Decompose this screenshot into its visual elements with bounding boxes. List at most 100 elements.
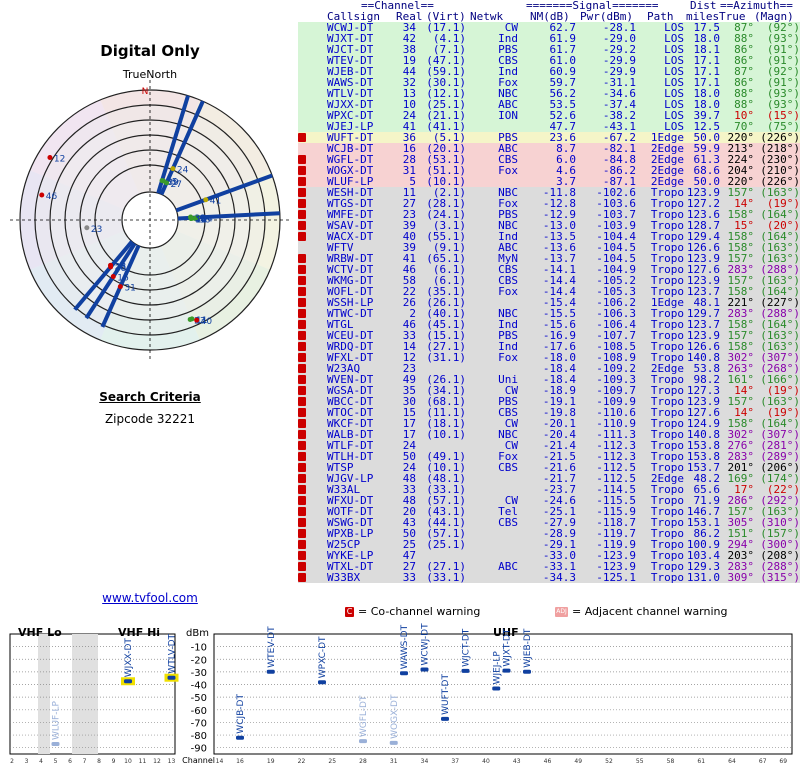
table-row[interactable]: WTLH-DT 50 (49.1) Fox -21.5 -112.3 Tropo 153.8 2… [298, 451, 800, 462]
table-row[interactable]: WCTV-DT 46 (6.1) CBS -14.1 -104.9 Tropo 127.6 28… [298, 264, 800, 275]
cell-real: 2 [409, 308, 416, 319]
station-label: WTEV-DT [267, 626, 277, 668]
table-row[interactable]: WESH-DT 11 (2.1) NBC -11.8 -102.6 Tropo 123.9 15… [298, 187, 800, 198]
station-marker [51, 742, 60, 747]
table-row[interactable]: W33AL 33 (33.1) -23.7 -114.5 Tropo 65.6 17° (22°… [298, 484, 800, 495]
table-row[interactable]: WFXU-DT 48 (57.1) CW -24.6 -115.5 Tropo 71.9 286… [298, 495, 800, 506]
table-row[interactable]: WMFE-DT 23 (24.1) PBS -12.9 -103.7 Tropo 123.6 1… [298, 209, 800, 220]
cell-pwr: -102.6 [596, 187, 636, 198]
cell-nm: -15.5 [542, 308, 576, 319]
station-marker [420, 667, 429, 672]
table-row[interactable]: WTEV-DT 19 (47.1) CBS 61.0 -29.9 LOS 17.1 86° (91… [298, 55, 800, 66]
cell-nm: 59.7 [549, 77, 577, 88]
table-row[interactable]: WJXT-DT 42 (4.1) Ind 61.9 -29.0 LOS 18.0 88° (93°… [298, 33, 800, 44]
table-row[interactable]: W25CP 25 (25.1) -29.1 -119.9 Tropo 100.9 294° (3… [298, 539, 800, 550]
dbm-tick-label: -30 [191, 668, 207, 679]
table-row[interactable]: W33BX 33 (33.1) -34.3 -125.1 Tropo 131.0 309° (3… [298, 572, 800, 583]
table-row[interactable]: WVEN-DT 49 (26.1) Uni -18.4 -109.3 Tropo 98.2 16… [298, 374, 800, 385]
cell-virt: (47.1) [426, 55, 466, 66]
table-row[interactable]: WTSP 24 (10.1) CBS -21.6 -112.5 Tropo 153.7 201°… [298, 462, 800, 473]
table-row[interactable]: WALB-DT 17 (10.1) NBC -20.4 -111.3 Tropo 140.8 3… [298, 429, 800, 440]
cell-dist: 127.2 [686, 198, 720, 209]
table-row[interactable]: WFTV 39 (9.1) ABC -13.6 -104.5 Tropo 126.6 158° (… [298, 242, 800, 253]
cell-real: 38 [402, 44, 416, 55]
cell-real: 40 [402, 231, 416, 242]
cell-network [470, 176, 518, 187]
table-row[interactable]: WJEJ-LP 41 (41.1) 47.7 -43.1 LOS 12.5 70° (75°) [298, 121, 800, 132]
table-row[interactable]: WTXL-DT 27 (27.1) ABC -33.1 -123.9 Tropo 129.3 2… [298, 561, 800, 572]
table-row[interactable]: WSSH-LP 26 (26.1) -15.4 -106.2 1Edge 48.1 221° (… [298, 297, 800, 308]
table-row[interactable]: WSAV-DT 39 (3.1) NBC -13.0 -103.9 Tropo 128.7 15… [298, 220, 800, 231]
table-row[interactable]: WTLV-DT 13 (12.1) NBC 56.2 -34.6 LOS 18.0 88° (93… [298, 88, 800, 99]
table-row[interactable]: WTWC-DT 2 (40.1) NBC -15.5 -106.3 Tropo 129.7 28… [298, 308, 800, 319]
table-row[interactable]: WPXC-DT 24 (21.1) ION 52.6 -38.2 LOS 39.7 10° (15… [298, 110, 800, 121]
table-row[interactable]: WTLF-DT 24 CW -21.4 -112.3 Tropo 153.8 276° (281… [298, 440, 800, 451]
cell-pwr: -29.0 [602, 33, 636, 44]
cell-pwr: -109.7 [596, 385, 636, 396]
table-row[interactable]: WACX-DT 40 (55.1) Ind -13.5 -104.4 Tropo 129.4 1… [298, 231, 800, 242]
cell-magn: (93°) [766, 99, 800, 110]
table-row[interactable]: WRDQ-DT 14 (27.1) Ind -17.6 -108.5 Tropo 126.6 1… [298, 341, 800, 352]
cell-network [470, 297, 518, 308]
cell-path: Tropo [650, 561, 684, 572]
cell-nm: 61.7 [549, 44, 577, 55]
table-row[interactable]: WKCF-DT 17 (18.1) CW -20.1 -110.9 Tropo 124.9 15… [298, 418, 800, 429]
table-row[interactable]: WJGV-LP 48 (48.1) -21.7 -112.5 2Edge 48.2 169° (… [298, 473, 800, 484]
cell-virt: (49.1) [426, 451, 466, 462]
cell-network [470, 363, 518, 374]
cell-callsign: WCJB-DT [327, 143, 374, 154]
table-row[interactable]: WOGX-DT 31 (51.1) Fox 4.6 -86.2 2Edge 68.6 204° (… [298, 165, 800, 176]
cell-network: Fox [498, 77, 518, 88]
cell-nm: -19.8 [542, 407, 576, 418]
table-row[interactable]: WPXB-LP 50 (57.1) -28.9 -119.7 Tropo 86.2 151° (… [298, 528, 800, 539]
table-row[interactable]: WLUF-LP 5 (10.1) 3.7 -87.1 2Edge 50.0 220° (226°… [298, 176, 800, 187]
table-row[interactable]: WSWG-DT 43 (44.1) CBS -27.9 -118.7 Tropo 153.1 3… [298, 517, 800, 528]
cell-virt: (26.1) [426, 297, 466, 308]
cell-magn: (164°) [760, 418, 800, 429]
cell-nm: -18.4 [542, 363, 576, 374]
table-row[interactable]: WUFT-DT 36 (5.1) PBS 23.6 -67.2 1Edge 50.0 220° (… [298, 132, 800, 143]
cell-network: CBS [498, 55, 518, 66]
cell-virt: (9.1) [432, 242, 466, 253]
table-row[interactable]: WTGL 46 (45.1) Ind -15.6 -106.4 Tropo 123.7 158°… [298, 319, 800, 330]
cell-nm: -21.7 [542, 473, 576, 484]
cell-network: CW [504, 495, 518, 506]
table-row[interactable]: W23AQ 23 -18.4 -109.2 2Edge 53.8 263° (268°) [298, 363, 800, 374]
cell-pwr: -103.7 [596, 209, 636, 220]
tvfool-link[interactable]: www.tvfool.com [0, 591, 300, 605]
cell-nm: -13.7 [542, 253, 576, 264]
radar-marker-dot [110, 274, 116, 280]
cell-virt: (48.1) [426, 473, 466, 484]
table-row[interactable]: WGFL-DT 28 (53.1) CBS 6.0 -84.8 2Edge 61.3 224° (… [298, 154, 800, 165]
cell-dist: 68.6 [693, 165, 721, 176]
cell-nm: -11.8 [542, 187, 576, 198]
cell-magn: (310°) [760, 517, 800, 528]
table-row[interactable]: WYKE-LP 47 -33.0 -123.9 Tropo 103.4 203° (208°) [298, 550, 800, 561]
cell-network: NBC [498, 308, 518, 319]
table-row[interactable]: WJEB-DT 44 (59.1) Ind 60.9 -29.9 LOS 17.1 87° (92… [298, 66, 800, 77]
table-row[interactable]: WTOC-DT 15 (11.1) CBS -19.8 -110.6 Tropo 127.6 1… [298, 407, 800, 418]
cell-magn: (281°) [760, 440, 800, 451]
cell-true: 201° [727, 462, 755, 473]
table-row[interactable]: WGSA-DT 35 (34.1) CW -18.9 -109.7 Tropo 127.3 14… [298, 385, 800, 396]
table-row[interactable]: WCWJ-DT 34 (17.1) CW 62.7 -28.1 LOS 17.5 87° (92°… [298, 22, 800, 33]
table-row[interactable]: WOTF-DT 20 (43.1) Tel -25.1 -115.9 Tropo 146.7 1… [298, 506, 800, 517]
cell-network: NBC [498, 187, 518, 198]
cell-nm: -15.4 [542, 297, 576, 308]
table-row[interactable]: WTGS-DT 27 (28.1) Fox -12.8 -103.6 Tropo 127.2 1… [298, 198, 800, 209]
table-row[interactable]: WKMG-DT 58 (6.1) CBS -14.4 -105.2 Tropo 123.9 15… [298, 275, 800, 286]
cell-true: 86° [734, 55, 754, 66]
table-row[interactable]: WAWS-DT 32 (30.1) Fox 59.7 -31.1 LOS 17.1 86° (91… [298, 77, 800, 88]
cell-path: LOS [664, 121, 684, 132]
table-row[interactable]: WCJB-DT 16 (20.1) ABC 8.7 -82.1 2Edge 59.9 213° (… [298, 143, 800, 154]
table-row[interactable]: WJCT-DT 38 (7.1) PBS 61.7 -29.2 LOS 18.1 86° (91°… [298, 44, 800, 55]
table-row[interactable]: WCEU-DT 33 (15.1) PBS -16.9 -107.7 Tropo 123.9 1… [298, 330, 800, 341]
table-row[interactable]: WFXL-DT 12 (31.1) Fox -18.0 -108.9 Tropo 140.8 3… [298, 352, 800, 363]
table-row[interactable]: WJXX-DT 10 (25.1) ABC 53.5 -37.4 LOS 18.0 88° (93… [298, 99, 800, 110]
station-marker [492, 686, 501, 691]
table-row[interactable]: WOFL-DT 22 (35.1) Fox -14.4 -105.3 Tropo 123.7 1… [298, 286, 800, 297]
table-row[interactable]: WRBW-DT 41 (65.1) MyN -13.7 -104.5 Tropo 123.9 1… [298, 253, 800, 264]
radar-marker-label: 24 [177, 166, 189, 176]
co-channel-warning-icon [298, 441, 306, 450]
table-row[interactable]: WBCC-DT 30 (68.1) PBS -19.1 -109.9 Tropo 123.9 1… [298, 396, 800, 407]
